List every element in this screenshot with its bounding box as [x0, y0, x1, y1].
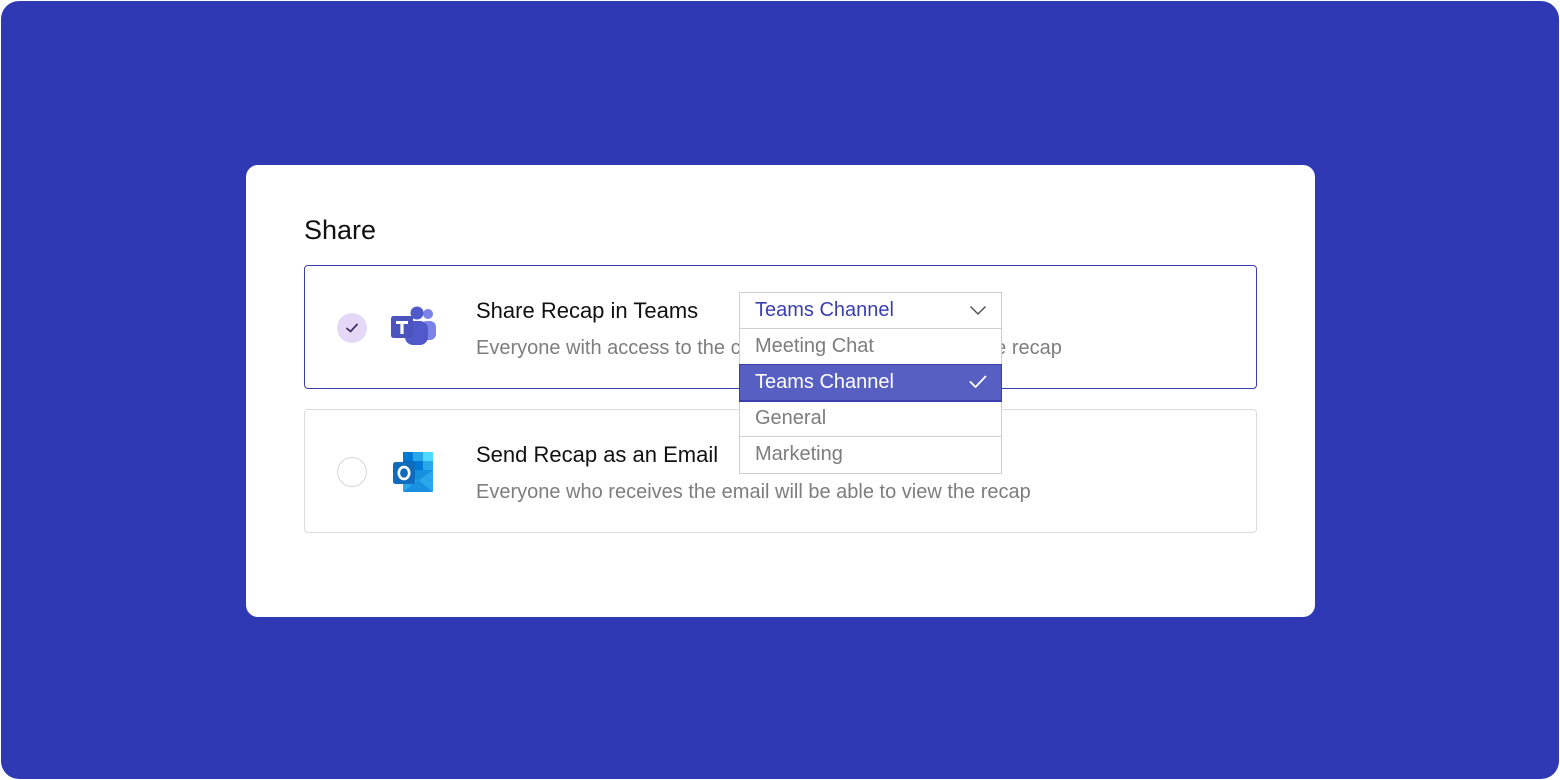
- dropdown-option-label: Meeting Chat: [755, 335, 874, 357]
- dropdown-option-meeting-chat[interactable]: Meeting Chat: [740, 329, 1001, 365]
- dropdown-option-label: General: [755, 407, 827, 429]
- radio-email-unchecked[interactable]: [337, 457, 367, 487]
- dropdown-option-marketing[interactable]: Marketing: [740, 437, 1001, 473]
- dropdown-selected-value: Teams Channel: [755, 299, 894, 321]
- page-title: Share: [304, 215, 377, 245]
- channel-dropdown[interactable]: Teams Channel Meeting Chat Teams Channel…: [739, 292, 1002, 474]
- option-description: Everyone who receives the email will be …: [476, 481, 1031, 503]
- dropdown-option-label: Marketing: [755, 443, 843, 465]
- dropdown-toggle[interactable]: Teams Channel: [740, 293, 1001, 329]
- dropdown-option-label: Teams Channel: [755, 371, 894, 393]
- option-title: Share Recap in Teams: [476, 298, 699, 323]
- dropdown-option-teams-channel[interactable]: Teams Channel: [739, 364, 1002, 402]
- microsoft-outlook-icon: [391, 450, 439, 494]
- chevron-down-icon: [969, 305, 987, 316]
- page-background: Share Share Recap in Teams Everyone with…: [1, 1, 1559, 779]
- microsoft-teams-icon: [391, 306, 439, 350]
- check-icon: [346, 323, 358, 333]
- option-title: Send Recap as an Email: [476, 442, 719, 467]
- check-icon: [969, 375, 987, 388]
- radio-teams-checked[interactable]: [337, 313, 367, 343]
- dropdown-option-general[interactable]: General: [740, 401, 1001, 437]
